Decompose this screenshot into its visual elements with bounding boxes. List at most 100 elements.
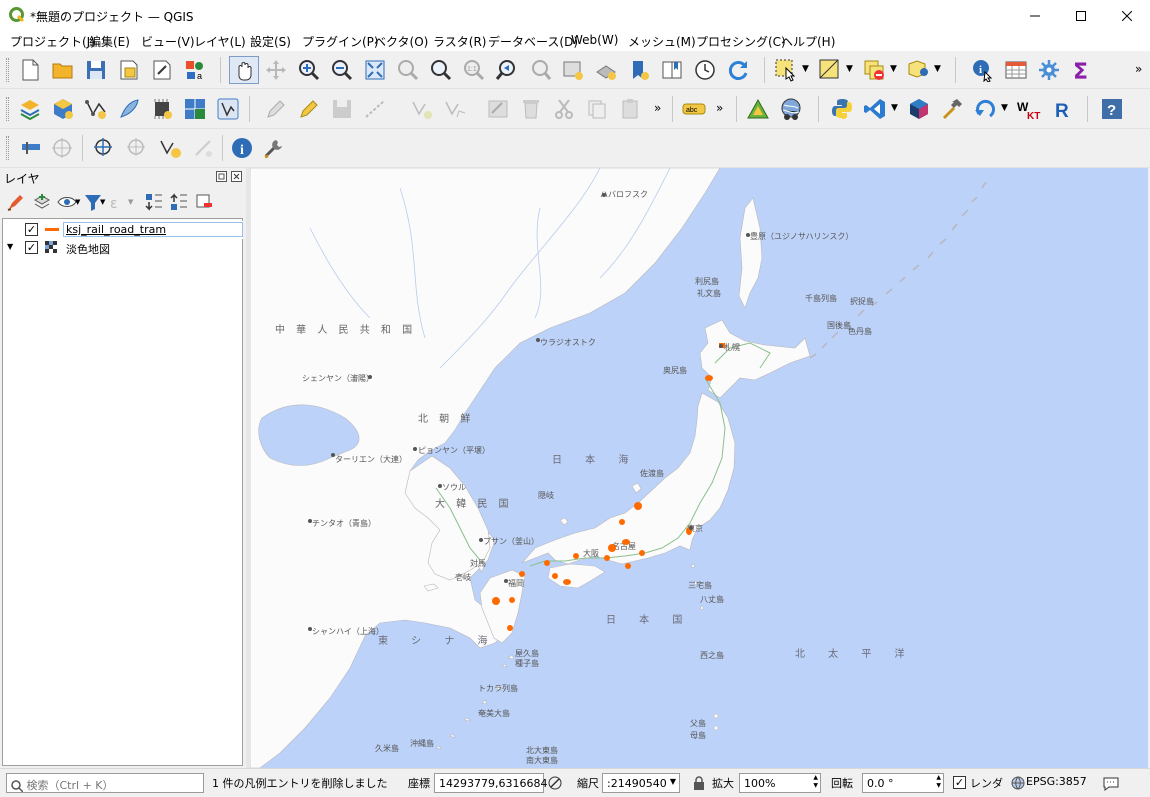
menu-raster[interactable]: ラスタ(R) (433, 33, 486, 50)
pan-to-selection-icon[interactable] (264, 58, 288, 82)
menu-vector[interactable]: ベクタ(O) (374, 33, 428, 50)
modify-attributes-icon[interactable] (443, 97, 467, 121)
delete-selected-icon[interactable] (519, 97, 543, 121)
dropdown-arrow-icon[interactable]: ▼ (75, 198, 80, 206)
new-geopackage-layer-icon[interactable] (51, 97, 75, 121)
open-project-icon[interactable] (51, 58, 75, 82)
pan-hand-icon[interactable] (229, 56, 259, 84)
filter-expression-icon[interactable]: ε (108, 192, 128, 212)
dropdown-arrow-icon[interactable]: ▼ (890, 64, 897, 74)
show-bookmarks-icon[interactable] (660, 58, 684, 82)
add-group-icon[interactable] (32, 192, 52, 212)
new-project-icon[interactable] (18, 58, 42, 82)
plugin-r-icon[interactable]: R (1050, 97, 1074, 121)
temporal-controller-icon[interactable] (693, 58, 717, 82)
new-spatialite-layer-icon[interactable] (117, 97, 141, 121)
paste-features-icon[interactable] (618, 97, 642, 121)
zoom-last-icon[interactable] (495, 58, 519, 82)
layer-visibility-checkbox[interactable]: ✓ (25, 241, 38, 254)
toolbar-overflow-icon[interactable]: » (1135, 62, 1142, 76)
options-wrench-icon[interactable] (262, 136, 286, 160)
menu-database[interactable]: データベース(D) (488, 33, 578, 50)
plugin-vscode-icon[interactable] (863, 97, 887, 121)
about-info-icon[interactable]: i (230, 136, 254, 160)
layer-row-tanshoku[interactable]: ▼ ✓ 淡色地図 (3, 239, 243, 257)
menu-plugins[interactable]: プラグイン(P) (302, 33, 379, 50)
show-hide-labels-icon[interactable] (50, 136, 74, 160)
new-bookmark-icon[interactable] (627, 58, 651, 82)
select-by-value-icon[interactable] (818, 58, 842, 82)
plugin-hammer-icon[interactable] (940, 97, 964, 121)
new-virtual-layer-icon[interactable] (150, 97, 174, 121)
dropdown-arrow-icon[interactable]: ▼ (891, 103, 898, 113)
osm-plugin-icon[interactable] (779, 97, 803, 121)
layer-row-ksj-rail[interactable]: ✓ ksj_rail_road_tram (3, 221, 243, 239)
close-panel-icon[interactable] (231, 171, 242, 182)
coordinate-toggle-icon[interactable] (547, 775, 563, 791)
geometry-checker-icon[interactable] (746, 97, 770, 121)
expand-all-icon[interactable] (144, 192, 164, 212)
dropdown-arrow-icon[interactable]: ▼ (100, 198, 105, 206)
zoom-to-layer-icon[interactable] (429, 58, 453, 82)
new-3d-map-view-icon[interactable] (594, 58, 618, 82)
dropdown-arrow-icon[interactable]: ▼ (1001, 103, 1008, 113)
menu-edit[interactable]: 編集(E) (89, 33, 130, 50)
change-label-icon[interactable] (158, 136, 182, 160)
collapse-all-icon[interactable] (169, 192, 189, 212)
crs-label[interactable]: EPSG:3857 (1026, 775, 1087, 788)
coordinate-field[interactable]: 14293779,6316684 (434, 773, 547, 793)
menu-web[interactable]: Web(W) (571, 33, 618, 47)
zoom-next-icon[interactable] (528, 58, 552, 82)
menu-settings[interactable]: 設定(S) (250, 33, 291, 50)
style-manager-icon[interactable]: a (183, 58, 207, 82)
identify-features-icon[interactable]: i (971, 58, 995, 82)
zoom-native-icon[interactable]: 1:1 (462, 58, 486, 82)
layer-name[interactable]: 淡色地図 (66, 241, 110, 257)
select-features-icon[interactable] (774, 58, 798, 82)
menu-view[interactable]: ビュー(V) (141, 33, 195, 50)
scale-field[interactable]: :21490540 ▼ (602, 773, 680, 793)
layer-name[interactable]: ksj_rail_road_tram (63, 222, 243, 237)
spinbox-arrows-icon[interactable]: ▲ ▼ (936, 774, 941, 790)
toolbar-grip[interactable] (6, 97, 9, 121)
toolbar-overflow-icon[interactable]: » (654, 101, 661, 115)
spinbox-arrows-icon[interactable]: ▲ ▼ (813, 774, 818, 790)
rotation-field[interactable]: 0.0 ° ▲ ▼ (862, 773, 944, 793)
dropdown-arrow-icon[interactable]: ▼ (128, 198, 133, 206)
save-edits-icon[interactable] (330, 97, 354, 121)
lock-scale-icon[interactable] (692, 775, 706, 791)
expand-arrow-icon[interactable]: ▼ (7, 242, 13, 251)
render-checkbox[interactable]: ✓ (953, 776, 966, 789)
zoom-in-icon[interactable] (297, 58, 321, 82)
layer-visibility-checkbox[interactable]: ✓ (25, 223, 38, 236)
zoom-to-selection-icon[interactable] (396, 58, 420, 82)
toolbar-grip[interactable] (6, 136, 9, 160)
float-panel-icon[interactable] (216, 171, 228, 182)
zoom-out-icon[interactable] (330, 58, 354, 82)
new-temporary-scratch-layer-icon[interactable] (216, 97, 240, 121)
menu-project[interactable]: プロジェクト(J) (10, 33, 95, 50)
remove-layer-icon[interactable] (194, 192, 214, 212)
digitize-line-icon[interactable] (363, 97, 387, 121)
save-project-icon[interactable] (84, 58, 108, 82)
new-map-view-icon[interactable] (561, 58, 585, 82)
menu-processing[interactable]: プロセシング(C) (696, 33, 786, 50)
messages-icon[interactable] (1102, 774, 1120, 792)
dropdown-arrow-icon[interactable]: ▼ (670, 777, 676, 786)
plugin-wkt-icon[interactable]: WKT (1017, 97, 1041, 121)
label-toolbar-icon[interactable]: abc (682, 97, 706, 121)
map-canvas[interactable]: ハバロフスク 豊原（ユジノサハリンスク） 中 華 人 民 共 和 国 ウラジオス… (250, 168, 1148, 768)
move-label-icon[interactable] (125, 136, 149, 160)
copy-features-icon[interactable] (585, 97, 609, 121)
cut-features-icon[interactable] (552, 97, 576, 121)
new-shapefile-layer-icon[interactable] (84, 97, 108, 121)
dropdown-arrow-icon[interactable]: ▼ (802, 64, 809, 74)
layout-manager-icon[interactable] (150, 58, 174, 82)
open-attribute-table-icon[interactable] (1004, 58, 1028, 82)
toolbar-overflow-icon[interactable]: » (716, 101, 723, 115)
vertex-tool-icon[interactable] (410, 97, 434, 121)
processing-toolbox-icon[interactable] (1037, 58, 1061, 82)
magnifier-field[interactable]: 100% ▲ ▼ (739, 773, 821, 793)
toolbar-grip[interactable] (6, 58, 9, 82)
locator-search-box[interactable]: 検索（Ctrl + K） (6, 773, 204, 793)
